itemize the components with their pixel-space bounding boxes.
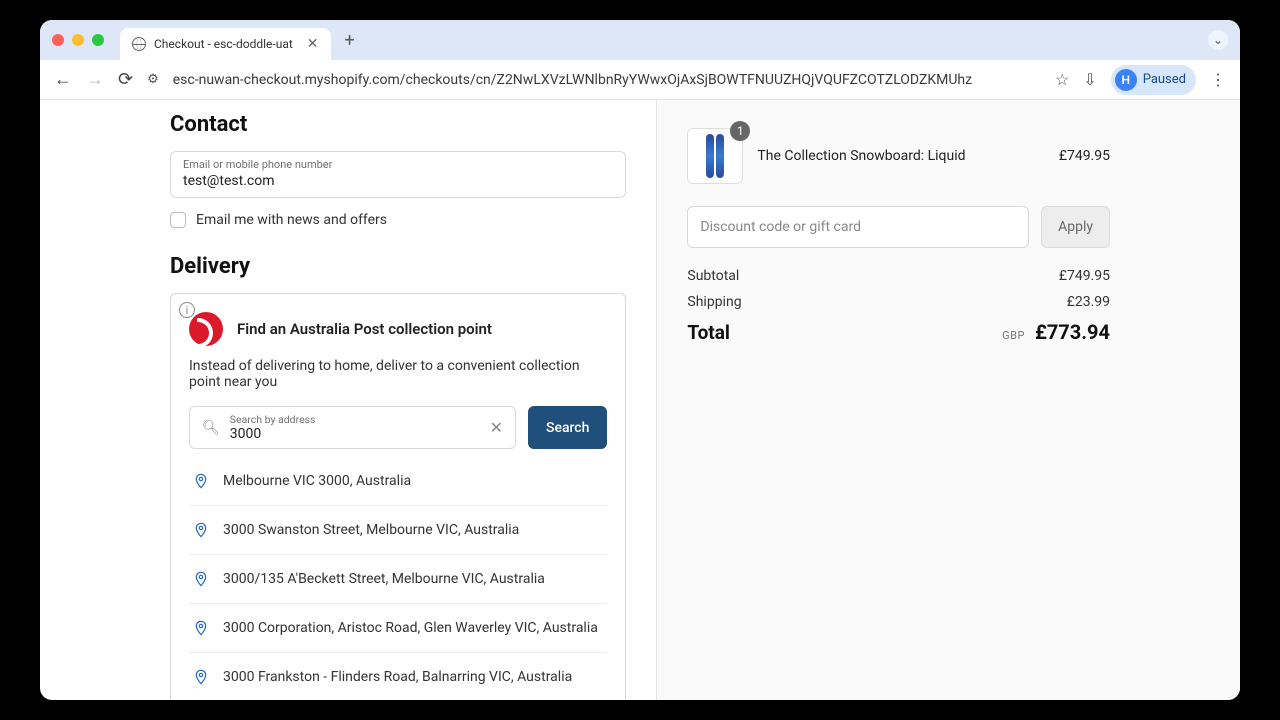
maximize-window-button[interactable]	[92, 34, 104, 46]
auspost-logo	[189, 312, 223, 346]
address-text: 3000 Frankston - Flinders Road, Balnarri…	[223, 669, 572, 685]
search-value: 3000	[230, 426, 480, 442]
newsletter-row[interactable]: Email me with news and offers	[170, 212, 626, 228]
address-text: Melbourne VIC 3000, Australia	[223, 473, 411, 489]
product-thumbnail: 1	[687, 128, 743, 184]
total-value: £773.94	[1035, 320, 1110, 344]
order-summary: 1 The Collection Snowboard: Liquid £749.…	[656, 100, 1240, 700]
search-results: Melbourne VIC 3000, Australia 3000 Swanst…	[189, 457, 607, 700]
quantity-badge: 1	[730, 121, 750, 141]
email-field[interactable]: Email or mobile phone number test@test.c…	[170, 151, 626, 198]
search-icon: 🔍︎	[202, 420, 220, 436]
total-label: Total	[687, 321, 730, 344]
browser-toolbar: ← → ⟳ ⚙ esc-nuwan-checkout.myshopify.com…	[40, 60, 1240, 100]
address-text: 3000 Corporation, Aristoc Road, Glen Wav…	[223, 620, 598, 636]
pickup-description: Instead of delivering to home, deliver t…	[189, 358, 607, 390]
pin-icon	[193, 618, 209, 638]
currency-code: GBP	[1002, 329, 1025, 342]
search-button[interactable]: Search	[528, 406, 607, 449]
shipping-label: Shipping	[687, 294, 741, 310]
subtotal-value: £749.95	[1059, 268, 1110, 284]
page-content: Contact Email or mobile phone number tes…	[40, 100, 1240, 700]
avatar: H	[1115, 69, 1137, 91]
back-button[interactable]: ←	[54, 71, 72, 89]
shipping-value: £23.99	[1067, 294, 1110, 310]
tabs-dropdown-button[interactable]: ⌄	[1208, 30, 1228, 50]
pin-icon	[193, 520, 209, 540]
checkout-form: Contact Email or mobile phone number tes…	[40, 100, 656, 700]
pin-icon	[193, 471, 209, 491]
profile-chip[interactable]: H Paused	[1111, 65, 1196, 95]
email-value: test@test.com	[183, 173, 613, 189]
downloads-icon[interactable]: ⇩	[1083, 70, 1096, 89]
discount-input[interactable]: Discount code or gift card	[687, 206, 1029, 248]
subtotal-label: Subtotal	[687, 268, 739, 284]
address-result[interactable]: 3000 Swanston Street, Melbourne VIC, Aus…	[189, 506, 607, 555]
address-result[interactable]: 3000 Corporation, Aristoc Road, Glen Wav…	[189, 604, 607, 653]
cart-item: 1 The Collection Snowboard: Liquid £749.…	[687, 128, 1110, 184]
browser-tab[interactable]: Checkout - esc-doddle-uat ✕	[120, 28, 331, 60]
forward-button[interactable]: →	[86, 71, 104, 89]
address-search-input[interactable]: 🔍︎ Search by address 3000 ✕	[189, 406, 516, 449]
site-settings-icon[interactable]: ⚙	[147, 72, 159, 87]
apply-button[interactable]: Apply	[1041, 206, 1110, 248]
delivery-heading: Delivery	[170, 254, 626, 279]
pickup-card: i Find an Australia Post collection poin…	[170, 293, 626, 700]
newsletter-label: Email me with news and offers	[196, 212, 387, 228]
profile-status: Paused	[1143, 72, 1186, 87]
window-controls	[52, 34, 104, 46]
tab-title: Checkout - esc-doddle-uat	[154, 37, 293, 51]
browser-window: Checkout - esc-doddle-uat ✕ + ⌄ ← → ⟳ ⚙ …	[40, 20, 1240, 700]
close-window-button[interactable]	[52, 34, 64, 46]
product-name: The Collection Snowboard: Liquid	[757, 148, 1044, 164]
email-label: Email or mobile phone number	[183, 158, 613, 171]
address-result[interactable]: Melbourne VIC 3000, Australia	[189, 457, 607, 506]
address-bar[interactable]: esc-nuwan-checkout.myshopify.com/checkou…	[173, 72, 1041, 88]
address-text: 3000 Swanston Street, Melbourne VIC, Aus…	[223, 522, 519, 538]
new-tab-button[interactable]: +	[339, 30, 361, 51]
tab-bar: Checkout - esc-doddle-uat ✕ + ⌄	[40, 20, 1240, 60]
address-text: 3000/135 A'Beckett Street, Melbourne VIC…	[223, 571, 545, 587]
product-price: £749.95	[1059, 148, 1110, 164]
close-tab-button[interactable]: ✕	[307, 36, 319, 52]
info-icon[interactable]: i	[179, 302, 195, 318]
minimize-window-button[interactable]	[72, 34, 84, 46]
pin-icon	[193, 667, 209, 687]
address-result[interactable]: 3000 Frankston - Flinders Road, Balnarri…	[189, 653, 607, 700]
bookmark-icon[interactable]: ☆	[1055, 70, 1069, 89]
reload-button[interactable]: ⟳	[118, 71, 133, 89]
pin-icon	[193, 569, 209, 589]
browser-menu-button[interactable]: ⋮	[1210, 70, 1226, 89]
newsletter-checkbox[interactable]	[170, 212, 186, 228]
contact-heading: Contact	[170, 112, 626, 137]
clear-search-button[interactable]: ✕	[490, 418, 503, 437]
address-result[interactable]: 3000/135 A'Beckett Street, Melbourne VIC…	[189, 555, 607, 604]
search-label: Search by address	[230, 413, 480, 426]
pickup-title: Find an Australia Post collection point	[237, 320, 492, 338]
globe-icon	[132, 37, 146, 51]
